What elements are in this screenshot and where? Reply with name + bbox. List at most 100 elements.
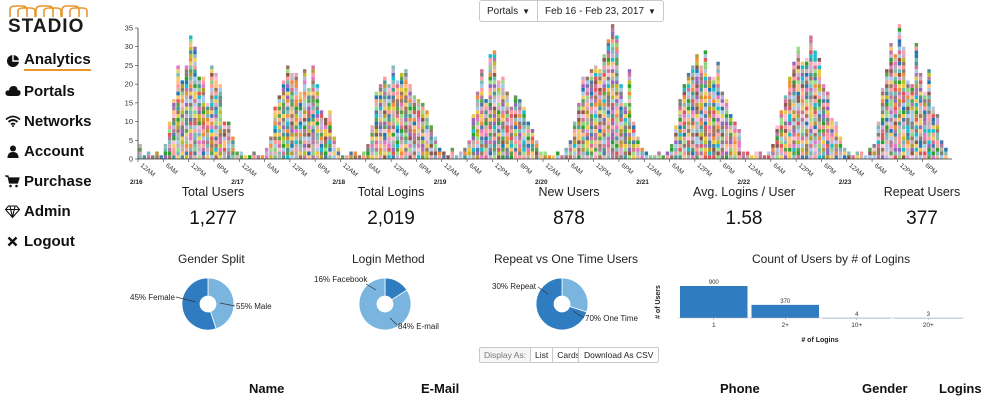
histogram-bar-segment (421, 144, 425, 148)
histogram-bar-segment (838, 144, 843, 148)
histogram-bar-segment (800, 95, 805, 100)
histogram-bar-segment (264, 147, 269, 152)
histogram-bar-segment (387, 114, 391, 118)
histogram-bar-segment (796, 72, 800, 77)
column-header-email[interactable]: E-Mail (421, 381, 459, 396)
histogram-bar-segment (404, 102, 408, 107)
sidebar-item-logout[interactable]: Logout (0, 226, 110, 256)
column-header-name[interactable]: Name (249, 381, 284, 396)
histogram-bar-segment (889, 69, 893, 73)
histogram-bar-segment (167, 129, 172, 133)
histogram-bar-segment (180, 102, 185, 107)
histogram-bar-segment (492, 121, 497, 126)
histogram-bar-segment (290, 84, 294, 88)
histogram-bar-segment (501, 84, 505, 88)
list-view-button[interactable]: List (531, 347, 554, 363)
histogram-bar-segment (184, 136, 189, 141)
sidebar-item-analytics[interactable]: Analytics (0, 46, 110, 76)
count-y-label: # of Users (655, 285, 662, 319)
histogram-bar-segment (691, 136, 695, 141)
histogram-bar-segment (509, 155, 514, 159)
histogram-bar-segment (716, 99, 720, 103)
histogram-bar-segment (412, 147, 417, 152)
histogram-bar-segment (311, 80, 315, 85)
histogram-bar-segment (404, 76, 408, 81)
histogram-bar-segment (720, 136, 725, 141)
histogram-bar-segment (707, 102, 712, 107)
histogram-bar-segment (897, 132, 902, 137)
histogram-bar-segment (518, 110, 522, 115)
histogram-bar-segment (197, 84, 201, 88)
histogram-bar-segment (813, 80, 817, 85)
histogram-bar-segment (606, 80, 611, 85)
histogram-bar-segment (800, 136, 805, 141)
sidebar-item-account[interactable]: Account (0, 136, 110, 166)
histogram-bar-segment (184, 147, 189, 152)
sidebar-item-admin[interactable]: Admin (0, 196, 110, 226)
histogram-bar-segment (623, 117, 627, 122)
histogram-bar-segment (324, 140, 328, 145)
column-header-phone[interactable]: Phone (720, 381, 760, 396)
histogram-bar-segment (813, 151, 817, 156)
histogram-bar-segment (893, 117, 897, 122)
download-csv-button[interactable]: Download As CSV (578, 347, 660, 363)
histogram-bar-segment (201, 95, 206, 100)
histogram-bar-segment (809, 69, 813, 73)
histogram-bar-segment (163, 151, 168, 156)
histogram-bar-segment (484, 129, 488, 133)
histogram-bar-segment (387, 99, 391, 103)
histogram-bar-segment (467, 147, 471, 152)
histogram-bar-segment (712, 99, 716, 103)
histogram-bar-segment (399, 87, 404, 92)
histogram-bar-segment (488, 140, 492, 145)
histogram-bar-segment (901, 76, 906, 81)
histogram-bar-segment (193, 151, 197, 156)
histogram-bar-segment (311, 95, 315, 100)
histogram-bar-segment (197, 95, 201, 100)
histogram-bar-segment (720, 132, 725, 137)
histogram-bar-segment (594, 125, 598, 130)
histogram-bar-segment (737, 144, 741, 148)
histogram-bar-segment (172, 147, 176, 152)
histogram-bar-segment (623, 155, 627, 159)
date-range-dropdown[interactable]: Feb 16 - Feb 23, 2017 ▼ (538, 0, 664, 22)
histogram-bar-segment (193, 50, 197, 55)
histogram-bar-segment (189, 54, 193, 58)
column-header-gender[interactable]: Gender (862, 381, 908, 396)
sidebar-item-portals[interactable]: Portals (0, 76, 110, 106)
histogram-bar-segment (615, 91, 619, 96)
stat-label: New Users (538, 185, 600, 199)
sidebar-item-networks[interactable]: Networks (0, 106, 110, 136)
date-label: 2/16 (130, 179, 143, 186)
histogram-bar-segment (501, 80, 505, 85)
portals-dropdown[interactable]: Portals ▼ (479, 0, 539, 22)
histogram-bar-segment (897, 110, 902, 115)
histogram-bar-segment (889, 54, 893, 58)
histogram-bar-segment (906, 114, 910, 118)
histogram-bar-segment (480, 147, 484, 152)
x-tick-label: 12AM (341, 162, 359, 178)
histogram-bar-segment (294, 117, 298, 122)
stadio-logo[interactable]: STADIO (6, 4, 102, 37)
histogram-bar-segment (826, 106, 830, 111)
histogram-bar-segment (800, 80, 805, 85)
histogram-bar-segment (914, 54, 919, 58)
histogram-bar-segment (429, 151, 433, 156)
x-tick-label: 6PM (417, 162, 432, 176)
histogram-bar-segment (893, 140, 897, 145)
histogram-bar-segment (307, 87, 311, 92)
column-header-logins[interactable]: Logins (939, 381, 982, 396)
histogram-bar-segment (910, 95, 914, 100)
histogram-bar-segment (425, 110, 429, 115)
histogram-bar-segment (184, 76, 189, 81)
histogram-bar-segment (231, 144, 235, 148)
histogram-bar-segment (189, 35, 193, 40)
histogram-bar-segment (302, 80, 307, 85)
histogram-bar-segment (703, 132, 708, 137)
histogram-bar-segment (189, 61, 193, 66)
sidebar-item-purchase[interactable]: Purchase (0, 166, 110, 196)
histogram-bar-segment (788, 76, 792, 81)
histogram-bar-segment (197, 76, 201, 81)
histogram-bar-segment (201, 155, 206, 159)
histogram-bar-segment (707, 125, 712, 130)
